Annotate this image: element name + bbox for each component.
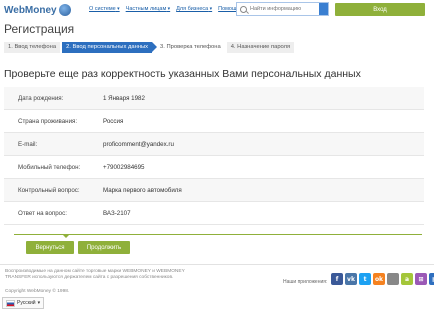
apps-label: Наши приложения:: [283, 279, 328, 285]
field-label: Ответ на вопрос:: [18, 209, 67, 217]
webmoney-logo[interactable]: WebMoney: [4, 4, 71, 16]
field-value: proficomment@yandex.ru: [103, 140, 174, 148]
login-button[interactable]: Вход: [335, 3, 425, 16]
globe-icon: [58, 4, 71, 16]
page-title: Регистрация: [4, 22, 75, 36]
top-bar: WebMoney О системе Частным лицам Для биз…: [0, 0, 434, 22]
step-set-password: 4. Назначение пароля: [226, 42, 295, 53]
windows-icon[interactable]: ⊞: [415, 273, 427, 285]
apple-icon[interactable]: [387, 273, 399, 285]
continue-button[interactable]: Продолжить: [78, 241, 130, 254]
language-label: Русский: [17, 300, 36, 306]
step-personal-data: 2. Ввод персональных данных: [62, 42, 157, 53]
language-selector[interactable]: Русский ▾: [2, 297, 45, 309]
twitter-icon[interactable]: t: [359, 273, 371, 285]
review-heading: Проверьте еще раз корректность указанных…: [4, 68, 361, 80]
field-value: ВАЗ-2107: [103, 209, 131, 217]
nav-about[interactable]: О системе: [89, 6, 120, 12]
search-button[interactable]: [319, 3, 328, 15]
field-value: Россия: [103, 117, 124, 125]
field-value: 1 Января 1982: [103, 94, 145, 102]
search-icon: [240, 5, 247, 13]
field-label: Мобильный телефон:: [18, 163, 81, 171]
android-icon[interactable]: a: [401, 273, 413, 285]
field-label: Контрольный вопрос:: [18, 186, 80, 194]
field-value: Марка первого автомобиля: [103, 186, 182, 194]
divider-pointer: [62, 234, 70, 238]
step-phone: 1. Ввод телефона: [4, 42, 61, 53]
table-row: Ответ на вопрос: ВАЗ-2107: [4, 202, 424, 225]
field-label: Страна проживания:: [18, 117, 78, 125]
footer-divider: [0, 264, 434, 265]
footer-disclaimer: Воспроизводимые на данном сайте торговые…: [5, 269, 185, 280]
odnoklassniki-icon[interactable]: ok: [373, 273, 385, 285]
table-row: Дата рождения: 1 Января 1982: [4, 87, 424, 110]
table-row: Страна проживания: Россия: [4, 110, 424, 133]
field-label: Дата рождения:: [18, 94, 64, 102]
logo-text: WebMoney: [4, 4, 57, 16]
back-button[interactable]: Вернуться: [26, 241, 74, 254]
chevron-down-icon: ▾: [37, 300, 41, 306]
table-row: Мобильный телефон: +79002984695: [4, 156, 424, 179]
footer-copyright: Copyright WebMoney © 1998.: [5, 289, 70, 294]
table-row: Контрольный вопрос: Марка первого автомо…: [4, 179, 424, 202]
search-box: [236, 2, 329, 16]
nav-individuals[interactable]: Частным лицам: [126, 6, 170, 12]
app-links: fvktok a⊞▦: [331, 273, 434, 285]
table-row: E-mail: proficomment@yandex.ru: [4, 133, 424, 156]
step-verify-phone: 3. Проверка телефона: [160, 44, 221, 50]
vk-icon[interactable]: vk: [345, 273, 357, 285]
registration-steps: 1. Ввод телефона 2. Ввод персональных да…: [4, 42, 296, 53]
facebook-icon[interactable]: f: [331, 273, 343, 285]
russia-flag-icon: [6, 299, 15, 307]
search-input[interactable]: [250, 6, 320, 12]
main-nav: О системе Частным лицам Для бизнеса Помо…: [89, 6, 243, 12]
grid-icon[interactable]: ▦: [429, 273, 434, 285]
field-value: +79002984695: [103, 163, 145, 171]
field-label: E-mail:: [18, 140, 38, 148]
form-divider: [14, 234, 422, 235]
personal-data-table: Дата рождения: 1 Января 1982 Страна прож…: [4, 87, 424, 225]
nav-business[interactable]: Для бизнеса: [176, 6, 212, 12]
